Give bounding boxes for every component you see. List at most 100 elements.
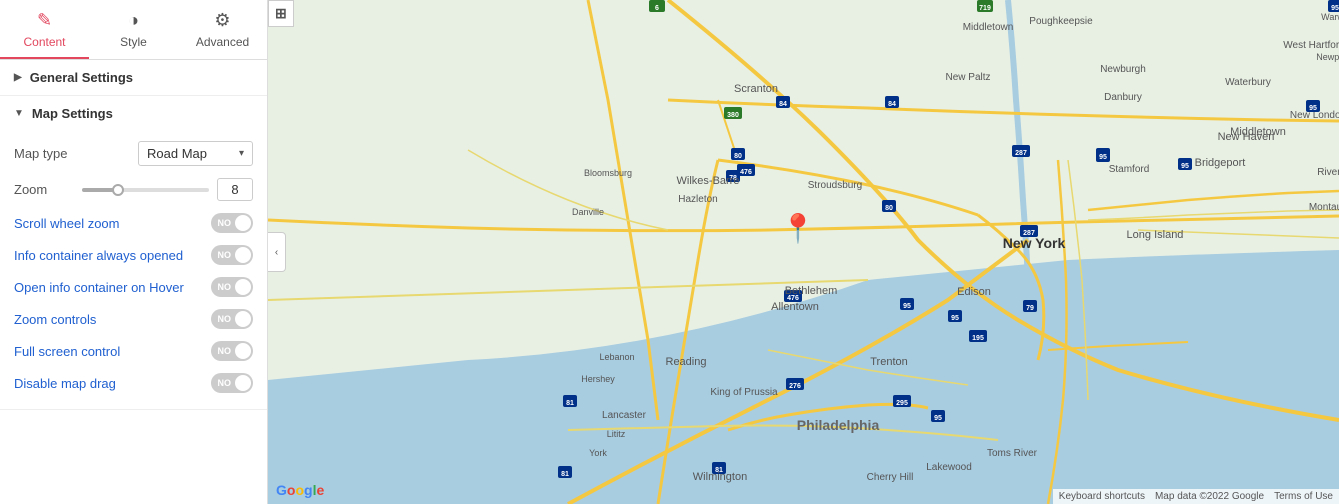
- svg-text:Wilmington: Wilmington: [693, 471, 747, 483]
- disable-map-drag-knob: [235, 375, 251, 391]
- svg-text:Bridgeport: Bridgeport: [1195, 157, 1246, 169]
- map-grid-button[interactable]: ⊞: [268, 0, 294, 27]
- svg-text:81: 81: [566, 400, 574, 407]
- full-screen-toggle[interactable]: NO: [211, 341, 253, 361]
- scroll-wheel-zoom-toggle-label: NO: [218, 218, 236, 228]
- svg-text:New Paltz: New Paltz: [945, 72, 990, 83]
- svg-text:84: 84: [888, 101, 896, 108]
- tab-style[interactable]: ◑ Style: [89, 0, 178, 59]
- svg-text:New Haven: New Haven: [1218, 131, 1275, 143]
- zoom-slider[interactable]: [82, 188, 209, 192]
- open-info-on-hover-toggle[interactable]: NO: [211, 277, 253, 297]
- svg-text:Newburgh: Newburgh: [1100, 64, 1146, 75]
- full-screen-label: Full screen control: [14, 344, 120, 359]
- svg-text:95: 95: [934, 415, 942, 422]
- svg-text:95: 95: [1309, 105, 1317, 112]
- map-settings-content: Map type Road Map ▾ Zoom 8 Scroll wheel …: [0, 131, 267, 409]
- content-icon: ✎: [37, 10, 52, 31]
- keyboard-shortcuts-link[interactable]: Keyboard shortcuts: [1059, 491, 1145, 502]
- zoom-controls-knob: [235, 311, 251, 327]
- svg-text:York: York: [589, 448, 607, 458]
- svg-text:Hazleton: Hazleton: [678, 194, 717, 205]
- disable-map-drag-toggle[interactable]: NO: [211, 373, 253, 393]
- svg-text:Hershey: Hershey: [581, 374, 615, 384]
- svg-text:380: 380: [727, 112, 739, 119]
- disable-map-drag-label: Disable map drag: [14, 376, 116, 391]
- scroll-wheel-zoom-row: Scroll wheel zoom NO: [14, 207, 253, 239]
- zoom-controls-toggle-label: NO: [218, 314, 236, 324]
- map-area[interactable]: ⊞: [268, 0, 1339, 504]
- svg-text:Poughkeepsie: Poughkeepsie: [1029, 16, 1093, 27]
- map-settings-chevron: ▼: [14, 108, 24, 119]
- collapse-icon: ‹: [275, 247, 278, 258]
- info-container-always-toggle[interactable]: NO: [211, 245, 253, 265]
- svg-text:79: 79: [1026, 305, 1034, 312]
- map-type-label: Map type: [14, 146, 67, 161]
- svg-text:Middletown: Middletown: [963, 22, 1014, 33]
- map-settings-label: Map Settings: [32, 106, 113, 121]
- svg-text:Lakewood: Lakewood: [926, 462, 972, 473]
- open-info-on-hover-knob: [235, 279, 251, 295]
- info-container-always-row: Info container always opened NO: [14, 239, 253, 271]
- svg-text:Lebanon: Lebanon: [599, 352, 634, 362]
- info-container-always-label: Info container always opened: [14, 248, 183, 263]
- general-settings-label: General Settings: [30, 70, 133, 85]
- svg-text:95: 95: [951, 315, 959, 322]
- tabs-bar: ✎ Content ◑ Style ⚙ Advanced: [0, 0, 267, 60]
- svg-text:Cherry Hill: Cherry Hill: [867, 472, 914, 483]
- map-type-dropdown[interactable]: Road Map ▾: [138, 141, 253, 166]
- advanced-icon: ⚙: [214, 10, 230, 31]
- zoom-slider-thumb[interactable]: [112, 184, 124, 196]
- svg-text:276: 276: [789, 383, 801, 390]
- svg-text:95: 95: [1099, 154, 1107, 161]
- scroll-wheel-zoom-toggle[interactable]: NO: [211, 213, 253, 233]
- map-type-row: Map type Road Map ▾: [14, 135, 253, 172]
- svg-text:195: 195: [972, 335, 984, 342]
- map-settings-header[interactable]: ▼ Map Settings: [0, 96, 267, 131]
- svg-text:Philadelphia: Philadelphia: [797, 417, 880, 433]
- svg-text:476: 476: [740, 169, 752, 176]
- general-settings-header[interactable]: ▶ General Settings: [0, 60, 267, 95]
- full-screen-knob: [235, 343, 251, 359]
- info-container-always-knob: [235, 247, 251, 263]
- svg-text:6: 6: [655, 5, 659, 12]
- svg-text:Danbury: Danbury: [1104, 92, 1142, 103]
- map-pin[interactable]: 📍: [781, 215, 816, 243]
- svg-text:Lancaster: Lancaster: [602, 410, 647, 421]
- svg-text:81: 81: [561, 471, 569, 478]
- map-settings-section: ▼ Map Settings Map type Road Map ▾ Zoom …: [0, 96, 267, 410]
- svg-text:King of Prussia: King of Prussia: [710, 387, 778, 398]
- open-info-on-hover-toggle-label: NO: [218, 282, 236, 292]
- zoom-value[interactable]: 8: [217, 178, 253, 201]
- tab-advanced[interactable]: ⚙ Advanced: [178, 0, 267, 59]
- svg-text:West Hartford: West Hartford: [1283, 40, 1339, 51]
- svg-text:Allentown: Allentown: [771, 301, 819, 313]
- svg-text:Edison: Edison: [957, 286, 991, 298]
- zoom-row: Zoom 8: [14, 172, 253, 207]
- svg-text:Toms River: Toms River: [987, 448, 1038, 459]
- general-settings-section: ▶ General Settings: [0, 60, 267, 96]
- style-icon: ◑: [128, 10, 139, 31]
- terms-of-use-link[interactable]: Terms of Use: [1274, 491, 1333, 502]
- collapse-panel-button[interactable]: ‹: [268, 232, 286, 272]
- svg-text:Trenton: Trenton: [870, 356, 908, 368]
- svg-text:95: 95: [903, 303, 911, 310]
- open-info-on-hover-row: Open info container on Hover NO: [14, 271, 253, 303]
- info-container-always-toggle-label: NO: [218, 250, 236, 260]
- zoom-controls-toggle[interactable]: NO: [211, 309, 253, 329]
- disable-map-drag-toggle-label: NO: [218, 378, 236, 388]
- svg-text:Warwick: Warwick: [1321, 12, 1339, 22]
- svg-text:Newport: Newport: [1316, 52, 1339, 62]
- tab-content[interactable]: ✎ Content: [0, 0, 89, 59]
- svg-text:New York: New York: [1003, 235, 1066, 251]
- svg-text:Lititz: Lititz: [607, 429, 626, 439]
- svg-text:Stroudsburg: Stroudsburg: [808, 180, 862, 191]
- map-data-label: Map data ©2022 Google: [1155, 491, 1264, 502]
- svg-text:295: 295: [896, 400, 908, 407]
- scroll-wheel-zoom-label: Scroll wheel zoom: [14, 216, 120, 231]
- svg-text:Montauk: Montauk: [1309, 202, 1339, 213]
- map-svg: 95 81 84 84 80 80 476 476 287 287 95 195…: [268, 0, 1339, 504]
- zoom-label: Zoom: [14, 182, 74, 197]
- svg-text:Riverhead: Riverhead: [1317, 167, 1339, 178]
- settings-panel: ✎ Content ◑ Style ⚙ Advanced ▶ General S…: [0, 0, 268, 504]
